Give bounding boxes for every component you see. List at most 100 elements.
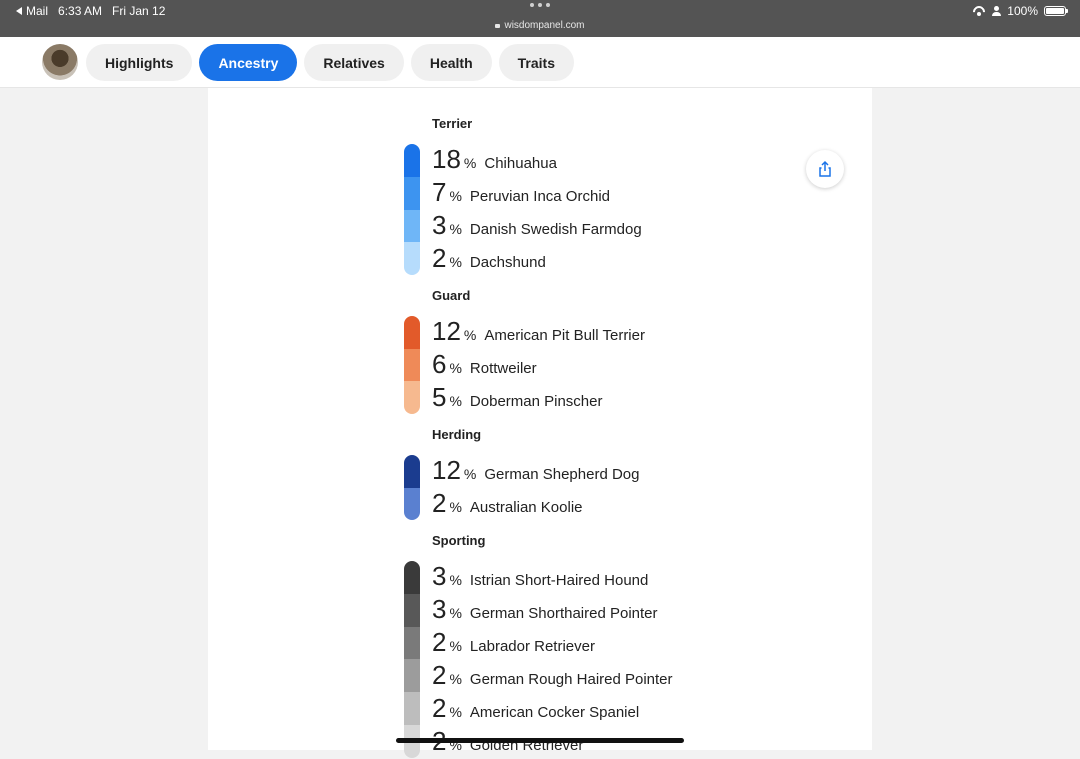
breed-percent: 5 (432, 382, 447, 412)
breed-percent: 7 (432, 177, 447, 207)
tab-relatives[interactable]: Relatives (304, 44, 404, 81)
breed-name: Rottweiler (469, 360, 537, 377)
percent-symbol: % (449, 360, 462, 376)
color-bar-segment (404, 242, 420, 275)
color-bar-segment (404, 348, 420, 382)
group-title-sporting: Sporting (432, 533, 486, 548)
breed-row[interactable]: 7% Peruvian Inca Orchid (432, 177, 610, 210)
wifi-icon (972, 6, 986, 16)
percent-symbol: % (463, 155, 477, 171)
breed-name: Peruvian Inca Orchid (469, 188, 610, 205)
breed-row[interactable]: 18% Chihuahua (432, 144, 557, 177)
breed-percent: 2 (432, 243, 447, 273)
percent-symbol: % (449, 499, 462, 515)
color-bar-segment (404, 626, 420, 660)
color-bar-segment (404, 561, 420, 594)
breed-name: German Rough Haired Pointer (469, 671, 673, 688)
breed-row[interactable]: 3% Danish Swedish Farmdog (432, 210, 642, 243)
breed-row[interactable]: 2% American Cocker Spaniel (432, 693, 639, 726)
group-title-herding: Herding (432, 427, 482, 442)
color-bar-segment (404, 316, 420, 349)
breed-row[interactable]: 12% German Shepherd Dog (432, 455, 639, 488)
tab-navigation: Highlights Ancestry Relatives Health Traits (0, 37, 1080, 88)
breed-name: German Shorthaired Pointer (469, 605, 658, 622)
breed-name: Chihuahua (484, 155, 557, 172)
color-bar-segment (404, 487, 420, 520)
breed-percent: 3 (432, 210, 447, 240)
back-arrow-icon (16, 7, 22, 15)
multitasking-dots-icon[interactable] (530, 3, 550, 7)
person-icon (992, 6, 1002, 16)
status-bar: Mail 6:33 AM Fri Jan 12 wisdompanel.com … (0, 0, 1080, 37)
tab-traits[interactable]: Traits (498, 44, 574, 81)
breed-name: German Shepherd Dog (484, 466, 640, 483)
breed-percent: 3 (432, 594, 447, 624)
percent-symbol: % (449, 638, 462, 654)
battery-percent: 100% (1007, 4, 1038, 18)
percent-symbol: % (463, 327, 477, 343)
color-bar-segment (404, 209, 420, 243)
breed-row[interactable]: 3% Istrian Short-Haired Hound (432, 561, 648, 594)
dog-avatar[interactable] (42, 44, 78, 80)
percent-symbol: % (449, 393, 462, 409)
percent-symbol: % (449, 572, 462, 588)
group-title-terrier: Terrier (432, 116, 473, 131)
tab-highlights[interactable]: Highlights (86, 44, 193, 81)
lock-icon (495, 24, 501, 28)
percent-symbol: % (463, 466, 477, 482)
share-icon (819, 160, 831, 177)
color-bar-segment (404, 593, 420, 627)
breed-percent: 2 (432, 660, 447, 690)
color-bar-segment (404, 455, 420, 488)
status-date: Fri Jan 12 (112, 4, 166, 18)
status-time: 6:33 AM (58, 4, 103, 18)
breed-percent: 2 (432, 627, 447, 657)
breed-percent: 6 (432, 349, 447, 379)
group-color-bar-herding (404, 455, 420, 520)
breed-name: Doberman Pinscher (469, 393, 603, 410)
breed-name: Labrador Retriever (469, 638, 595, 655)
breed-row[interactable]: 6% Rottweiler (432, 349, 537, 382)
url-text: wisdompanel.com (504, 20, 585, 31)
breed-percent: 12 (432, 316, 461, 346)
color-bar-segment (404, 692, 420, 726)
breed-percent: 3 (432, 561, 447, 591)
breed-name: American Cocker Spaniel (469, 704, 640, 721)
percent-symbol: % (449, 671, 462, 687)
share-button[interactable] (806, 150, 844, 188)
home-indicator[interactable] (396, 738, 684, 743)
breed-name: Dachshund (469, 254, 546, 271)
tab-ancestry[interactable]: Ancestry (199, 44, 298, 81)
color-bar-segment (404, 176, 420, 210)
breed-row[interactable]: 3% German Shorthaired Pointer (432, 594, 658, 627)
color-bar-segment (404, 381, 420, 414)
group-color-bar-guard (404, 316, 420, 414)
breed-name: Australian Koolie (469, 499, 583, 516)
back-to-mail-button[interactable]: Mail (16, 4, 48, 18)
breed-percent: 2 (432, 693, 447, 723)
color-bar-segment (404, 144, 420, 177)
tab-health[interactable]: Health (410, 44, 492, 81)
group-color-bar-sporting (404, 561, 420, 758)
percent-symbol: % (449, 254, 462, 270)
back-app-label: Mail (26, 4, 49, 18)
breed-row[interactable]: 2% Labrador Retriever (432, 627, 595, 660)
breed-percent: 12 (432, 455, 461, 485)
breed-row[interactable]: 2% Dachshund (432, 243, 546, 276)
breed-name: Danish Swedish Farmdog (469, 221, 642, 238)
group-title-guard: Guard (432, 288, 471, 303)
percent-symbol: % (449, 221, 462, 237)
breed-percent: 2 (432, 488, 447, 518)
percent-symbol: % (449, 704, 462, 720)
percent-symbol: % (449, 605, 462, 621)
breed-row[interactable]: 12% American Pit Bull Terrier (432, 316, 645, 349)
group-color-bar-terrier (404, 144, 420, 275)
breed-row[interactable]: 2% German Rough Haired Pointer (432, 660, 673, 693)
breed-name: American Pit Bull Terrier (484, 327, 645, 344)
breed-percent: 18 (432, 144, 461, 174)
percent-symbol: % (449, 188, 462, 204)
battery-icon (1044, 6, 1068, 16)
breed-row[interactable]: 2% Australian Koolie (432, 488, 583, 521)
url-label[interactable]: wisdompanel.com (0, 20, 1080, 31)
breed-row[interactable]: 5% Doberman Pinscher (432, 382, 602, 415)
